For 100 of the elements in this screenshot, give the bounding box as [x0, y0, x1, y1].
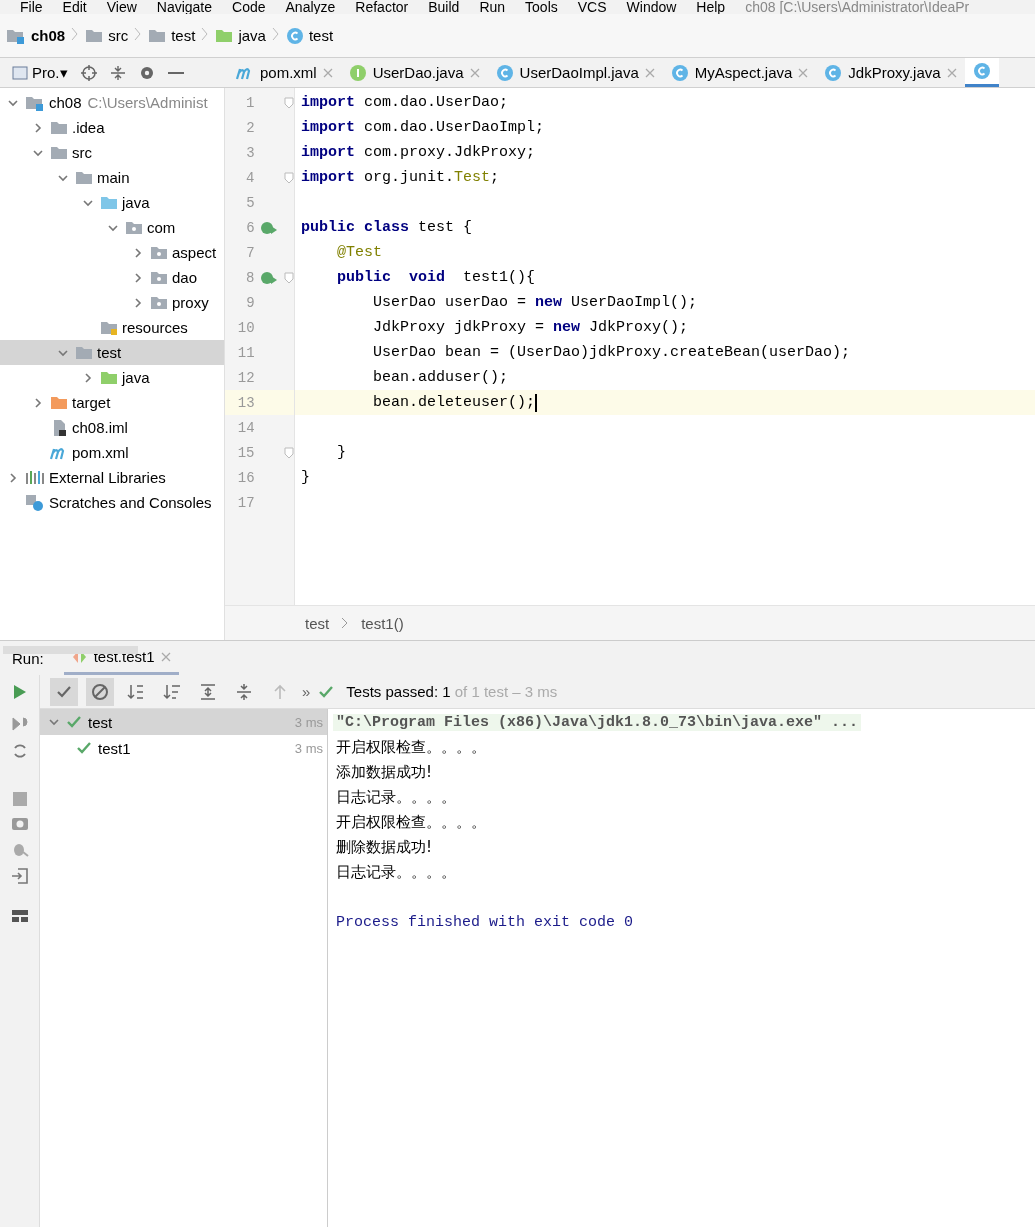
- folder-icon: [100, 195, 118, 210]
- tree-item[interactable]: target: [0, 390, 224, 415]
- console-line: 删除数据成功!: [335, 838, 433, 857]
- line-number: 5: [245, 194, 255, 211]
- breadcrumb-item[interactable]: ch08: [6, 27, 66, 44]
- tree-item[interactable]: src: [0, 140, 224, 165]
- line-number: 17: [236, 494, 255, 511]
- tree-item[interactable]: java: [0, 190, 224, 215]
- folder-icon: [50, 145, 68, 160]
- close-icon: [469, 67, 480, 78]
- editor-tab[interactable]: MyAspect.java: [662, 58, 817, 87]
- chevron-right-icon: [201, 27, 210, 41]
- editor-tab[interactable]: UserDao.java: [340, 58, 488, 87]
- line-number: 14: [236, 419, 255, 436]
- console-line: 开启权限检查。。。。: [335, 813, 487, 832]
- editor-tab[interactable]: pom.xml: [228, 58, 341, 87]
- collapse-icon: [235, 682, 253, 701]
- menu-item[interactable]: Refactor: [355, 0, 409, 14]
- sort-duration-icon: [163, 682, 181, 701]
- code-line: import com.proxy.JdkProxy;: [301, 144, 536, 161]
- class-icon: [285, 26, 304, 45]
- close-icon: [322, 67, 333, 78]
- editor-tab[interactable]: [964, 58, 999, 87]
- tree-item[interactable]: .idea: [0, 115, 224, 140]
- run-test-icon: [260, 219, 279, 236]
- tree-item[interactable]: dao: [0, 265, 224, 290]
- code-line: JdkProxy jdkProxy = new JdkProxy();: [372, 319, 689, 336]
- menu-item[interactable]: Window: [626, 0, 677, 14]
- editor-tab[interactable]: JdkProxy.java: [816, 58, 965, 87]
- check-icon: [318, 684, 335, 699]
- package-icon: [150, 295, 168, 310]
- tree-item[interactable]: External Libraries: [0, 465, 224, 490]
- code-line: import com.dao.UserDao;: [301, 94, 509, 111]
- breadcrumb-item[interactable]: test1(): [361, 614, 404, 632]
- crosshair-icon: [79, 63, 98, 82]
- menu-item[interactable]: VCS: [577, 0, 607, 14]
- menu-item[interactable]: Run: [479, 0, 506, 14]
- line-number: 6: [245, 219, 255, 236]
- breadcrumb-item[interactable]: src: [85, 27, 129, 44]
- code-line: }: [301, 469, 310, 486]
- menu-item[interactable]: File: [20, 0, 43, 14]
- tree-item[interactable]: main: [0, 165, 224, 190]
- filter-toggle[interactable]: [50, 677, 78, 706]
- breadcrumb-item[interactable]: java: [215, 27, 266, 44]
- more-button[interactable]: »: [302, 683, 311, 700]
- line-number: 7: [245, 244, 255, 261]
- line-number: 3: [245, 144, 255, 161]
- run-label: Run:: [12, 649, 44, 667]
- menu-item[interactable]: Build: [428, 0, 460, 14]
- check-icon: [66, 715, 82, 729]
- menu-item[interactable]: Code: [232, 0, 266, 14]
- scrollbar[interactable]: [3, 646, 138, 654]
- tree-item[interactable]: resources: [0, 315, 224, 340]
- breadcrumb-item[interactable]: test: [285, 26, 334, 45]
- project-view-selector[interactable]: Pro.▾: [12, 63, 68, 82]
- menu-item[interactable]: Help: [696, 0, 726, 14]
- interface-icon: [348, 63, 367, 82]
- tree-item[interactable]: proxy: [0, 290, 224, 315]
- expand-icon: [199, 682, 217, 701]
- tree-item[interactable]: ch08 C:\Users\Administ: [0, 90, 224, 115]
- line-number: 13: [236, 394, 255, 411]
- console-line: 添加数据成功!: [335, 763, 433, 782]
- line-number: 16: [236, 469, 255, 486]
- menu-item[interactable]: Edit: [62, 0, 87, 14]
- line-number: 11: [236, 344, 255, 361]
- tree-item[interactable]: aspect: [0, 240, 224, 265]
- breadcrumb-item[interactable]: test: [148, 27, 196, 44]
- line-number: 12: [236, 369, 255, 386]
- test-status: Tests passed: 1 of 1 test – 3 ms: [346, 683, 558, 700]
- test-item[interactable]: test1 3 ms: [40, 735, 327, 761]
- editor-tab[interactable]: UserDaoImpl.java: [487, 58, 663, 87]
- tree-item[interactable]: ch08.iml: [0, 415, 224, 440]
- tree-item[interactable]: pom.xml: [0, 440, 224, 465]
- menu-item[interactable]: View: [106, 0, 137, 14]
- exit-icon: [10, 867, 29, 885]
- filter-toggle[interactable]: [86, 677, 114, 706]
- folder-icon: [148, 28, 167, 43]
- tree-item[interactable]: com: [0, 215, 224, 240]
- breadcrumb-item[interactable]: test: [305, 614, 330, 632]
- folder-icon: [50, 395, 68, 410]
- test-item[interactable]: test 3 ms: [40, 709, 327, 735]
- tree-item[interactable]: java: [0, 365, 224, 390]
- tree-item[interactable]: test: [0, 340, 224, 365]
- folder-icon: [100, 370, 118, 385]
- menu-item[interactable]: Navigate: [156, 0, 213, 14]
- code-line: UserDao userDao = new UserDaoImpl();: [372, 294, 698, 311]
- code-line: import org.junit.Test;: [301, 169, 500, 186]
- line-number: 8: [245, 269, 255, 286]
- folder-icon: [75, 345, 93, 360]
- window-title: ch08 [C:\Users\Administrator\IdeaPr: [745, 0, 970, 14]
- menu-item[interactable]: Tools: [525, 0, 558, 14]
- text-cursor: [535, 393, 537, 412]
- class-icon: [972, 62, 991, 80]
- tree-item[interactable]: Scratches and Consoles: [0, 490, 224, 515]
- code-line: bean.deleteuser();: [372, 394, 536, 411]
- scratches-icon: [25, 493, 45, 512]
- menu-item[interactable]: Analyze: [285, 0, 336, 14]
- package-icon: [150, 270, 168, 285]
- line-number: 2: [245, 119, 255, 136]
- close-icon: [798, 67, 809, 78]
